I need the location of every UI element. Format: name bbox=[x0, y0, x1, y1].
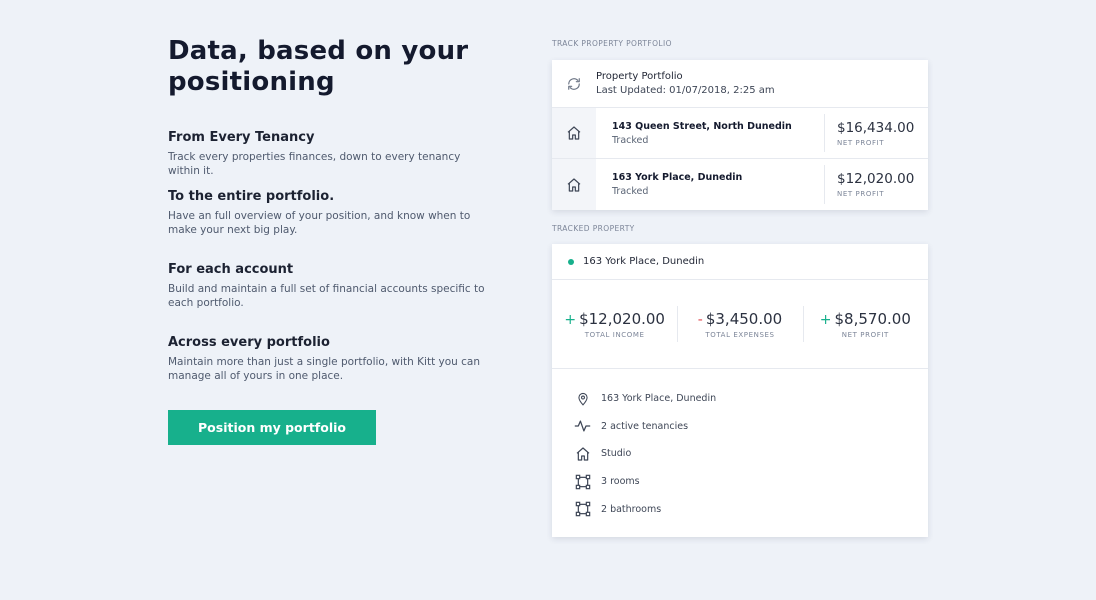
tracked-property-card: 163 York Place, Dunedin + $12,020.00 TOTA… bbox=[552, 244, 928, 537]
stats-row: + $12,020.00 TOTAL INCOME - $3,450.00 TOTA… bbox=[552, 280, 928, 369]
property-status: Tracked bbox=[612, 134, 649, 146]
property-row-york-place[interactable]: 163 York Place, Dunedin Tracked $12,020.… bbox=[552, 159, 928, 210]
property-net-profit: $12,020.00 bbox=[837, 171, 915, 187]
detail-text: 3 rooms bbox=[601, 476, 640, 488]
minus-sign: - bbox=[697, 311, 703, 328]
house-icon bbox=[574, 446, 591, 462]
portfolio-header: Property Portfolio Last Updated: 01/07/2… bbox=[552, 60, 928, 108]
property-portfolio-card: Property Portfolio Last Updated: 01/07/2… bbox=[552, 60, 928, 210]
bathrooms-icon bbox=[574, 501, 591, 517]
property-row-queen-street[interactable]: 143 Queen Street, North Dunedin Tracked … bbox=[552, 108, 928, 159]
tracked-property-header: 163 York Place, Dunedin bbox=[552, 244, 928, 280]
hero-section: Data, based on your positioning From Eve… bbox=[168, 36, 488, 382]
feature-every-tenancy: From Every Tenancy Track every propertie… bbox=[168, 130, 488, 178]
portfolio-section-label: TRACK PROPERTY PORTFOLIO bbox=[552, 39, 672, 48]
headline-line-1: Data, based on your bbox=[168, 36, 469, 66]
net-profit-label: NET PROFIT bbox=[837, 138, 885, 147]
activity-icon bbox=[574, 419, 591, 433]
property-address: 163 York Place, Dunedin bbox=[612, 172, 743, 183]
feature-body: Build and maintain a full set of financi… bbox=[168, 283, 485, 309]
tracked-property-name: 163 York Place, Dunedin bbox=[583, 256, 705, 267]
plus-sign: + bbox=[564, 311, 577, 328]
stat-label: NET PROFIT bbox=[841, 330, 889, 339]
status-dot bbox=[568, 258, 574, 265]
detail-rooms: 3 rooms bbox=[574, 468, 928, 496]
feature-body: Track every properties finances, down to… bbox=[168, 151, 461, 177]
page-title: Data, based on your positioning bbox=[168, 36, 488, 98]
detail-text: Studio bbox=[601, 448, 632, 460]
detail-bathrooms: 2 bathrooms bbox=[574, 495, 928, 523]
feature-body: Maintain more than just a single portfol… bbox=[168, 356, 481, 382]
last-updated: Last Updated: 01/07/2018, 2:25 am bbox=[596, 85, 775, 96]
property-status: Tracked bbox=[612, 186, 649, 197]
refresh-icon[interactable] bbox=[552, 77, 596, 91]
rooms-icon bbox=[574, 474, 591, 490]
property-address: 143 Queen Street, North Dunedin bbox=[612, 120, 792, 132]
stat-value: $3,450.00 bbox=[705, 309, 783, 328]
stat-value: $8,570.00 bbox=[834, 309, 911, 328]
detail-address: 163 York Place, Dunedin bbox=[574, 385, 928, 413]
stat-net-profit: + $8,570.00 NET PROFIT bbox=[802, 305, 928, 342]
feature-title: From Every Tenancy bbox=[168, 130, 315, 145]
plus-sign: + bbox=[819, 311, 832, 328]
house-icon bbox=[552, 108, 596, 158]
feature-title: For each account bbox=[168, 262, 294, 277]
property-details: 163 York Place, Dunedin 2 active tenanci… bbox=[552, 369, 928, 537]
stat-value: $12,020.00 bbox=[579, 309, 665, 328]
stat-label: TOTAL EXPENSES bbox=[705, 330, 775, 339]
feature-each-account: For each account Build and maintain a fu… bbox=[168, 262, 488, 310]
net-profit-label: NET PROFIT bbox=[837, 190, 885, 198]
detail-tenancies: 2 active tenancies bbox=[574, 413, 928, 441]
stat-total-expenses: - $3,450.00 TOTAL EXPENSES bbox=[677, 305, 802, 342]
headline-line-2: positioning bbox=[168, 67, 335, 97]
detail-type: Studio bbox=[574, 440, 928, 468]
property-net-profit: $16,434.00 bbox=[837, 119, 915, 136]
feature-every-portfolio: Across every portfolio Maintain more tha… bbox=[168, 335, 488, 383]
detail-text: 2 bathrooms bbox=[601, 503, 662, 515]
feature-entire-portfolio: To the entire portfolio. Have an full ov… bbox=[168, 189, 488, 237]
position-portfolio-button[interactable]: Position my portfolio bbox=[168, 410, 376, 445]
detail-text: 2 active tenancies bbox=[601, 420, 689, 432]
feature-body: Have an full overview of your position, … bbox=[168, 210, 471, 236]
tracked-section-label: TRACKED PROPERTY bbox=[552, 224, 635, 233]
portfolio-title: Property Portfolio bbox=[596, 71, 683, 82]
feature-title: Across every portfolio bbox=[168, 335, 330, 350]
detail-text: 163 York Place, Dunedin bbox=[601, 393, 717, 405]
stat-label: TOTAL INCOME bbox=[584, 330, 645, 339]
feature-title: To the entire portfolio. bbox=[168, 189, 335, 204]
location-pin-icon bbox=[574, 391, 591, 407]
house-icon bbox=[552, 159, 596, 210]
stat-total-income: + $12,020.00 TOTAL INCOME bbox=[552, 310, 677, 339]
